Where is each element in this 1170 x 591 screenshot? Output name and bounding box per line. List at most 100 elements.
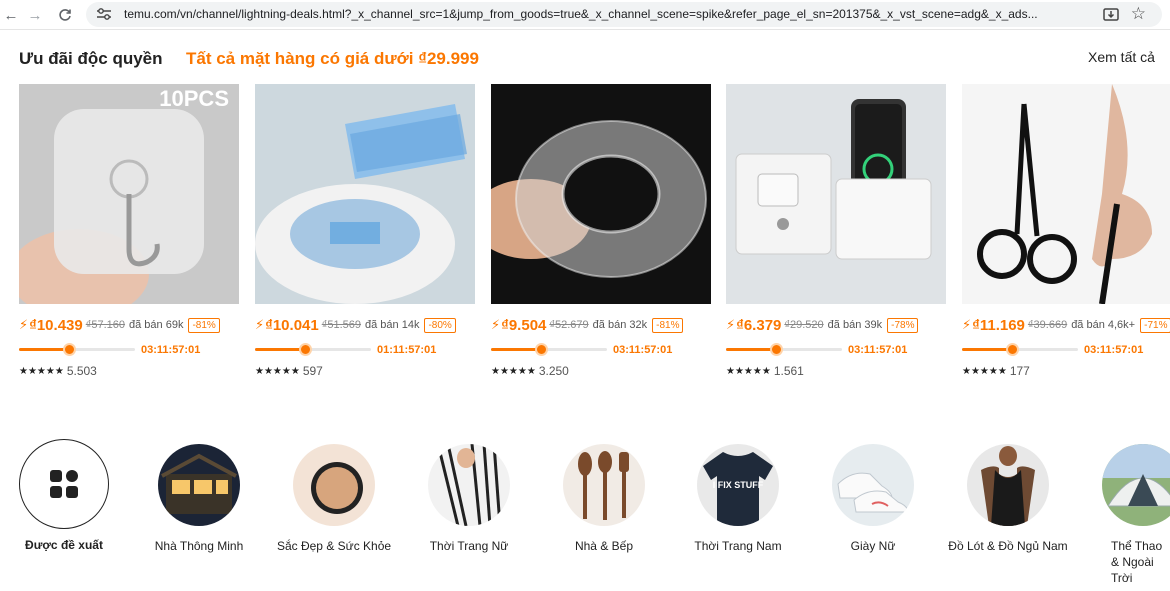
category-women-fashion[interactable]: Thời Trang Nữ [409, 444, 529, 554]
price-row: ⚡ ₫6.379 ₫29.520 đã bán 39k -78% [726, 316, 966, 334]
product-image[interactable] [726, 84, 946, 304]
product-card[interactable]: ⚡ ₫11.169 ₫39.669 đã bán 4,6k+ -71% 03:1… [962, 84, 1170, 384]
category-circle[interactable] [293, 444, 375, 526]
category-label: Đồ Lót & Đồ Ngủ Nam [948, 539, 1068, 553]
rating-count: 1.561 [773, 364, 804, 378]
see-all-link[interactable]: Xem tất cả [1088, 49, 1155, 65]
stars-icon: ★★★★★ [962, 365, 1007, 377]
category-circle[interactable] [158, 444, 240, 526]
countdown-timer: 03:11:57:01 [848, 344, 908, 356]
product-image[interactable] [255, 84, 475, 304]
section-title: Ưu đãi độc quyền [19, 49, 163, 68]
price: ₫9.504 [501, 316, 547, 334]
stars-icon: ★★★★★ [255, 365, 300, 377]
rating: ★★★★★ 3.250 [491, 364, 569, 378]
category-beauty-health[interactable]: Sắc Đẹp & Sức Khỏe [274, 444, 394, 554]
rating-count: 597 [302, 364, 323, 378]
wooden-utensils-icon [563, 444, 645, 526]
old-price: ₫39.669 [1027, 319, 1068, 331]
category-women-shoes[interactable]: Giày Nữ [813, 444, 933, 554]
rating: ★★★★★ 177 [962, 364, 1030, 378]
adhesive-hook-icon: 10PCS [19, 84, 239, 304]
countdown-timer: 03:11:57:01 [1084, 344, 1144, 356]
category-label: Nhà Thông Minh [154, 539, 244, 553]
progress-knob [298, 343, 312, 356]
rating-count: 5.503 [66, 364, 97, 378]
lightning-icon: ⚡ [491, 317, 501, 332]
category-label: Thời Trang Nam [694, 539, 782, 553]
progress-fill [962, 348, 1012, 351]
url-text[interactable]: temu.com/vn/channel/lightning-deals.html… [124, 7, 1084, 21]
forward-arrow-icon[interactable]: → [24, 4, 46, 26]
product-card[interactable]: ⚡ ₫9.504 ₫52.679 đã bán 32k -81% 03:11:5… [491, 84, 711, 384]
lightning-icon: ⚡ [19, 317, 29, 332]
deal-progress-bar [255, 343, 371, 356]
nano-tape-icon [491, 84, 711, 304]
sold-count: đã bán 14k [365, 319, 420, 331]
back-arrow-icon[interactable]: ← [0, 4, 22, 26]
sold-count: đã bán 32k [592, 319, 648, 331]
deal-progress-bar [19, 343, 135, 356]
stars-icon: ★★★★★ [726, 365, 771, 377]
site-settings-icon[interactable] [96, 7, 112, 21]
category-circle[interactable] [19, 439, 109, 529]
smart-home-icon [158, 444, 240, 526]
grid-icon [50, 470, 78, 498]
deal-progress-bar [491, 343, 607, 356]
countdown-timer: 03:11:57:01 [613, 344, 673, 356]
progress-fill [726, 348, 776, 351]
category-smart-home[interactable]: Nhà Thông Minh [139, 444, 259, 554]
tank-top-icon [967, 444, 1049, 526]
category-circle[interactable] [967, 444, 1049, 526]
toilet-paper-sheets-icon [255, 84, 475, 304]
progress-knob [1005, 343, 1019, 356]
deal-progress-bar [962, 343, 1078, 356]
product-image[interactable] [491, 84, 711, 304]
sold-count: đã bán 39k [827, 319, 883, 331]
category-label: Sắc Đẹp & Sức Khỏe [276, 539, 392, 553]
nose-scissors-icon [962, 84, 1170, 304]
stars-icon: ★★★★★ [491, 365, 536, 377]
category-circle[interactable] [832, 444, 914, 526]
address-bar[interactable]: temu.com/vn/channel/lightning-deals.html… [86, 2, 1162, 27]
reload-icon[interactable] [54, 4, 76, 26]
old-price: ₫51.569 [321, 319, 362, 331]
stars-icon: ★★★★★ [19, 365, 64, 377]
old-price: ₫52.679 [549, 319, 589, 331]
category-men-fashion[interactable]: I FIX STUFF Thời Trang Nam [678, 444, 798, 554]
category-recommended[interactable]: Được đề xuất [4, 439, 124, 553]
sold-count: đã bán 69k [129, 319, 184, 331]
product-card[interactable]: ⚡ ₫6.379 ₫29.520 đã bán 39k -78% 03:11:5… [726, 84, 946, 384]
discount-badge: -81% [652, 317, 684, 333]
category-sports-outdoors[interactable]: Thể Thao & Ngoài Trời [1083, 444, 1170, 586]
countdown-timer: 03:11:57:01 [141, 344, 201, 356]
rating: ★★★★★ 597 [255, 364, 323, 378]
price: ₫10.439 [29, 316, 83, 334]
category-label: Thể Thao & Ngoài Trời [1111, 539, 1163, 585]
progress-knob [62, 343, 76, 356]
price-row: ⚡ ₫9.504 ₫52.679 đã bán 32k -81% [491, 316, 731, 334]
product-image[interactable]: 10PCS [19, 84, 239, 304]
category-circle[interactable]: I FIX STUFF [697, 444, 779, 526]
countdown-timer: 01:11:57:01 [377, 344, 437, 356]
tshirt-text: I FIX STUFF [713, 480, 764, 490]
rating: ★★★★★ 5.503 [19, 364, 97, 378]
image-label: 10PCS [159, 86, 229, 111]
tent-icon [1102, 444, 1170, 526]
rating: ★★★★★ 1.561 [726, 364, 804, 378]
category-men-underwear[interactable]: Đồ Lót & Đồ Ngủ Nam [948, 444, 1068, 554]
old-price: ₫29.520 [784, 319, 824, 331]
product-card[interactable]: 10PCS ⚡ ₫10.439 ₫57.160 đã bán 69k -81% … [19, 84, 239, 384]
category-circle[interactable] [428, 444, 510, 526]
category-home-kitchen[interactable]: Nhà & Bếp [544, 444, 664, 554]
bookmark-star-icon[interactable]: ☆ [1131, 4, 1146, 24]
category-circle[interactable] [563, 444, 645, 526]
category-circle[interactable] [1102, 444, 1170, 526]
price-row: ⚡ ₫10.041 ₫51.569 đã bán 14k -80% [255, 316, 495, 334]
product-card[interactable]: ⚡ ₫10.041 ₫51.569 đã bán 14k -80% 01:11:… [255, 84, 475, 384]
phone-wall-holder-icon [726, 84, 946, 304]
discount-badge: -71% [1140, 317, 1170, 333]
install-app-icon[interactable] [1102, 6, 1120, 24]
product-image[interactable] [962, 84, 1170, 304]
category-label: Nhà & Bếp [574, 539, 634, 553]
